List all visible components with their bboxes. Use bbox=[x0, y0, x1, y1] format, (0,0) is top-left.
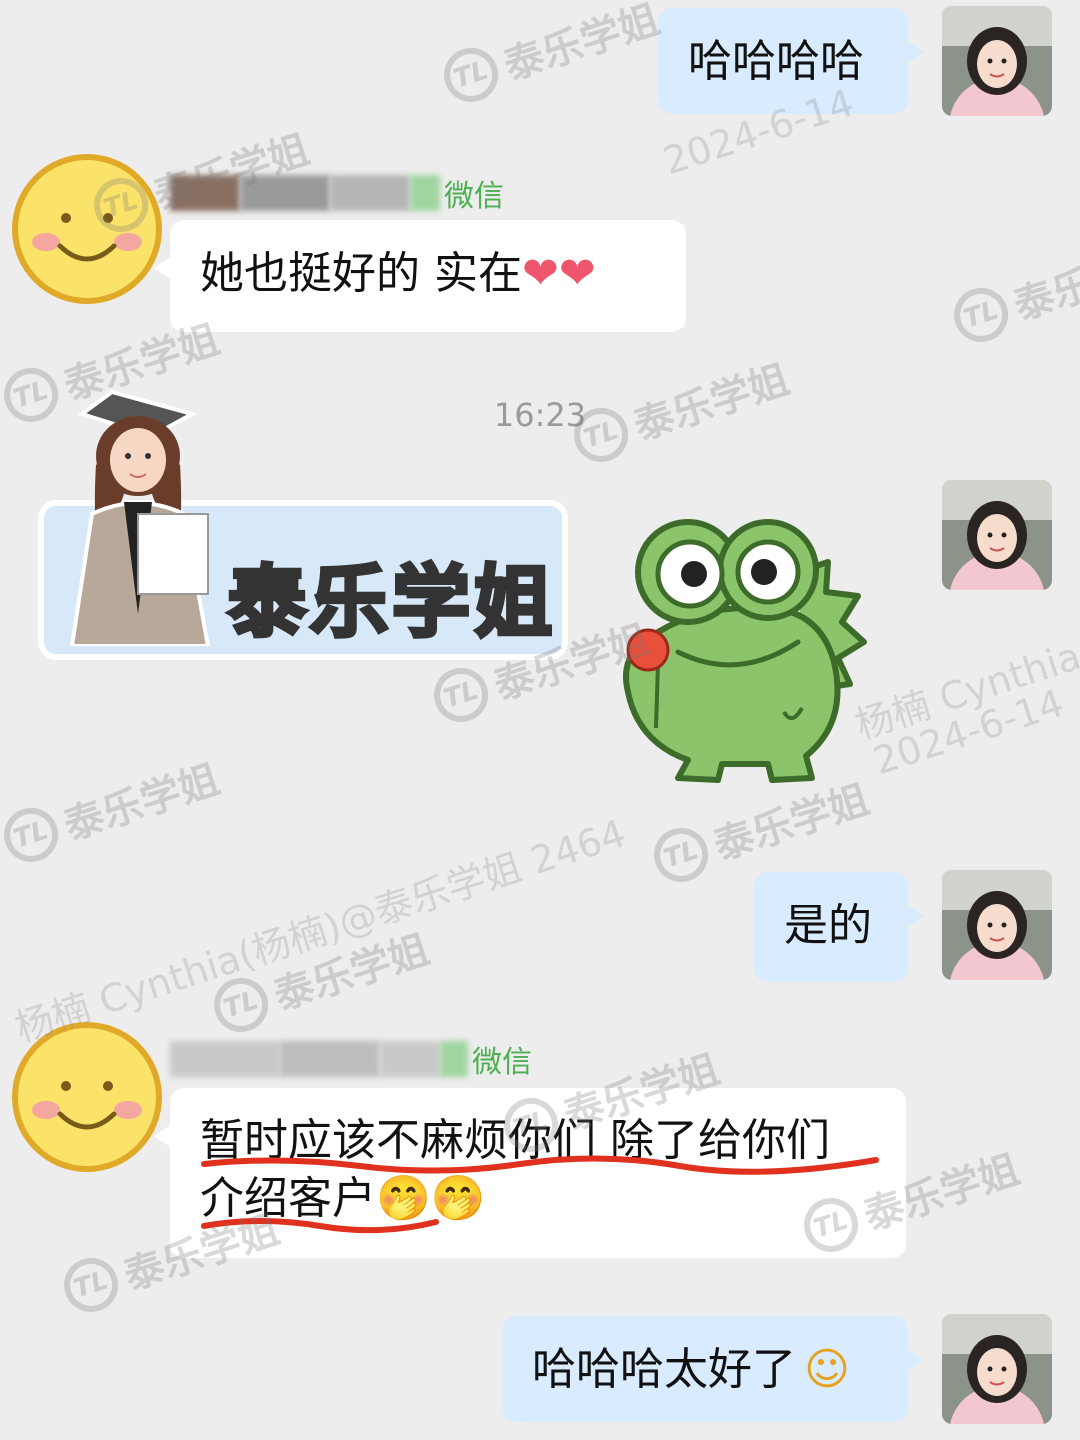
watermark-text: 2024-6-14 bbox=[868, 680, 1069, 784]
banner-title: 泰乐学姐 bbox=[226, 556, 557, 650]
message-text: 哈哈哈太好了 bbox=[532, 1344, 796, 1395]
message-text: 哈哈哈哈 bbox=[688, 36, 864, 87]
watermark-text: 杨楠 Cynthia(杨楠)@泰乐学姐 2464 bbox=[9, 811, 631, 1051]
message-bubble-sent[interactable]: 哈哈哈太好了 ☺ bbox=[502, 1316, 924, 1422]
avatar-other[interactable] bbox=[8, 1018, 166, 1176]
heart-emoji: ❤❤ bbox=[522, 248, 596, 299]
avatar-me[interactable] bbox=[942, 1314, 1052, 1424]
watermark: TL 泰乐学姐 bbox=[946, 227, 1080, 351]
message-text: 是的 bbox=[784, 900, 872, 951]
watermark: TL 泰乐学姐 bbox=[0, 747, 226, 871]
sender-name: 微信 bbox=[170, 1040, 532, 1080]
watermark: TL 泰乐学姐 bbox=[206, 917, 435, 1041]
avatar-me[interactable] bbox=[942, 870, 1052, 980]
message-text: 她也挺好的 实在 bbox=[200, 248, 522, 299]
handwritten-underline bbox=[201, 1218, 439, 1234]
avatar-me[interactable] bbox=[942, 6, 1052, 116]
handwritten-underline bbox=[201, 1155, 879, 1175]
chat-view: 哈哈哈哈 微信 她也挺好的 实在❤❤ 16:23 泰乐学姐 是的 微信 暂时应该… bbox=[0, 0, 1080, 1440]
message-bubble-sent[interactable]: 哈哈哈哈 bbox=[658, 8, 924, 114]
watermark: TL 泰乐学姐 bbox=[436, 0, 665, 111]
avatar-me[interactable] bbox=[942, 480, 1052, 590]
frog-sticker[interactable] bbox=[598, 512, 884, 802]
message-bubble-sent[interactable]: 是的 bbox=[754, 872, 924, 982]
smile-emoji: ☺ bbox=[804, 1344, 850, 1395]
sender-name: 微信 bbox=[170, 174, 504, 214]
avatar-other[interactable] bbox=[8, 150, 166, 308]
graduate-illustration bbox=[52, 384, 228, 648]
message-bubble-received[interactable]: 她也挺好的 实在❤❤ bbox=[154, 220, 686, 332]
